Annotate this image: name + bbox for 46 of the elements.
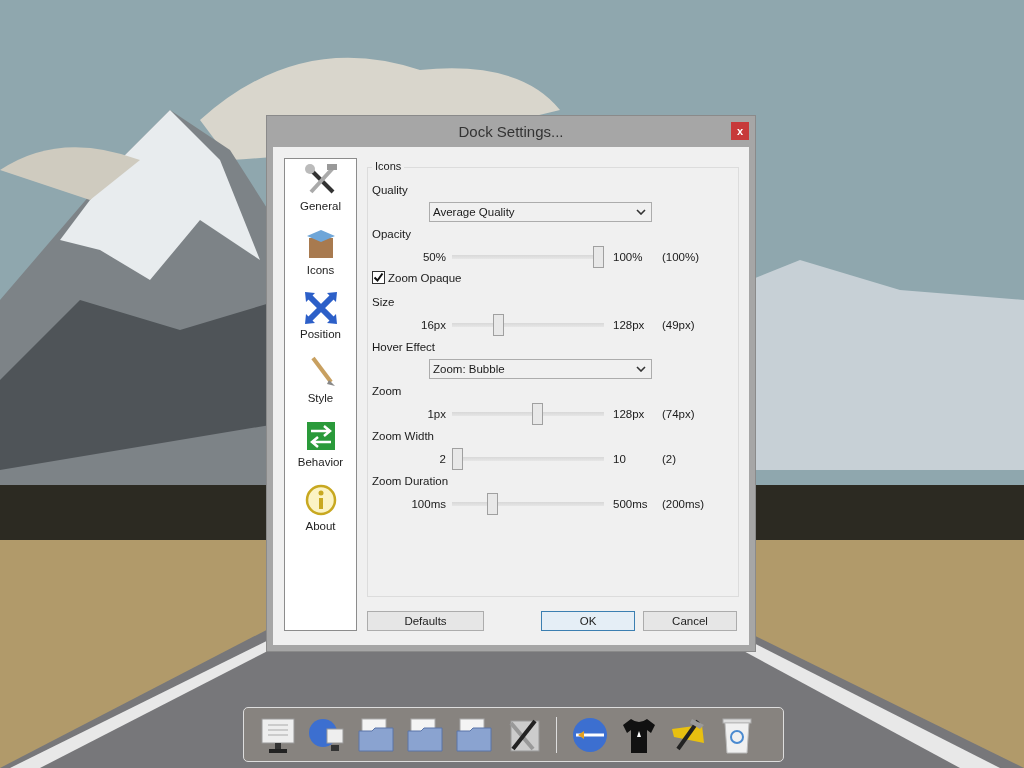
sidebar-item[interactable]: Behavior (288, 418, 353, 468)
field-label: Opacity (372, 228, 412, 242)
max-label: 128px (612, 408, 646, 420)
max-label: 128px (612, 319, 646, 331)
max-label: 500ms (612, 498, 649, 510)
min-label: 50% (421, 251, 447, 263)
sidebar-item[interactable]: Style (288, 354, 353, 404)
slider-thumb[interactable] (593, 246, 604, 268)
value-reading: (2) (662, 453, 677, 465)
sidebar-item[interactable]: General (288, 162, 353, 212)
value-reading: (74px) (662, 408, 695, 420)
max-label: 100% (612, 251, 644, 263)
arrows-icon (302, 290, 339, 326)
min-label: 16px (420, 319, 447, 331)
sidebar-item[interactable]: Position (288, 290, 353, 340)
caret-icon (636, 209, 646, 215)
slider-thumb[interactable] (492, 314, 504, 336)
close-button[interactable]: x (731, 122, 749, 140)
window-title: Dock Settings... (458, 122, 564, 140)
min-label: 1px (426, 408, 447, 420)
field-label: Zoom (372, 385, 403, 399)
slider-thumb[interactable] (452, 448, 463, 470)
field-label: Zoom Duration (372, 475, 450, 489)
caret-icon (636, 366, 646, 372)
field-label: Hover Effect (372, 341, 437, 355)
max-label: 10 (612, 453, 627, 465)
dialog-button[interactable]: Cancel (643, 611, 737, 631)
min-label: 2 (438, 453, 447, 465)
slider-thumb[interactable] (532, 403, 544, 425)
field-label: Size (372, 296, 396, 310)
value-reading: (200ms) (662, 498, 705, 510)
sidebar-item[interactable]: Icons (288, 226, 353, 276)
dialog-button[interactable]: Defaults (367, 611, 484, 631)
value-reading: (49px) (662, 319, 695, 331)
field-label: Quality (372, 184, 409, 198)
field-label: Zoom Width (372, 430, 435, 444)
group-title: Icons (372, 160, 405, 172)
dropdown[interactable]: Average Quality (429, 202, 652, 222)
value-reading: (100%) (662, 251, 700, 263)
dropdown[interactable]: Zoom: Bubble (429, 359, 652, 379)
checkbox-label: Zoom Opaque (388, 271, 462, 284)
sidebar-item[interactable]: About (288, 482, 353, 532)
slider-thumb[interactable] (487, 493, 499, 515)
min-label: 100ms (410, 498, 447, 510)
dialog-button[interactable]: OK (541, 611, 635, 631)
checkbox[interactable] (372, 271, 385, 284)
